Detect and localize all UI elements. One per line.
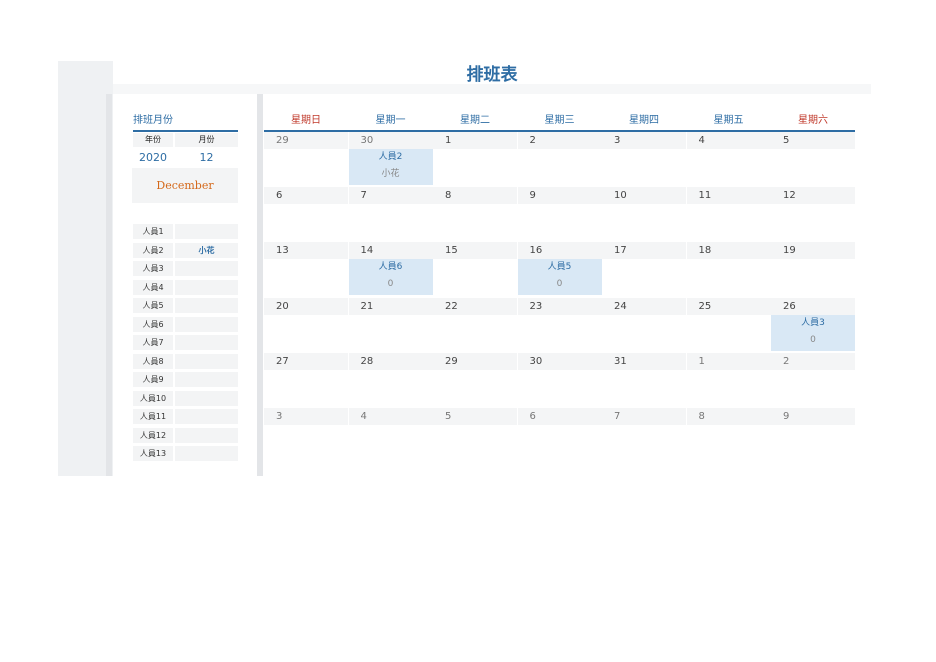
shift-detail: 小花	[381, 169, 400, 179]
staff-assignee-cell[interactable]	[175, 427, 238, 443]
staff-assignee-cell[interactable]	[175, 316, 238, 332]
staff-name: 人員4	[133, 279, 173, 295]
shift-detail: 0	[556, 279, 563, 290]
staff-assignee-cell[interactable]	[175, 390, 238, 406]
staff-assignee-cell[interactable]	[175, 372, 238, 387]
staff-name: 人員12	[133, 427, 173, 443]
staff-name: 人員6	[133, 316, 173, 332]
weekday-label: 星期六	[798, 115, 828, 126]
staff-name: 人員8	[133, 353, 173, 369]
day-cell[interactable]: 2	[771, 352, 855, 370]
weekday-label: 星期四	[629, 115, 659, 126]
staff-name: 人員2	[133, 242, 173, 258]
day-cell[interactable]: 2	[517, 132, 602, 149]
staff-assignee-cell[interactable]	[175, 279, 238, 295]
day-cell[interactable]: 19	[771, 242, 855, 260]
day-cell[interactable]: 7	[348, 187, 433, 205]
day-cell[interactable]: 24	[602, 297, 686, 315]
day-cell[interactable]: 4	[348, 408, 433, 425]
year-label: 年份	[133, 133, 173, 147]
day-cell[interactable]: 25	[686, 297, 771, 315]
staff-assignee-cell[interactable]: 小花	[175, 242, 238, 258]
day-cell[interactable]: 27	[264, 352, 348, 370]
shift-person: 人員6	[378, 262, 403, 273]
day-cell[interactable]: 18	[686, 242, 771, 260]
shift-person: 人員5	[547, 262, 572, 273]
day-cell[interactable]: 10	[602, 187, 686, 205]
title-strip	[113, 84, 871, 94]
staff-assignee-cell[interactable]	[175, 224, 238, 239]
staff-name: 人員10	[133, 390, 173, 406]
staff-name: 人員1	[133, 224, 173, 239]
day-cell[interactable]: 30	[348, 132, 433, 149]
year-value[interactable]: 2020	[133, 150, 173, 166]
staff-name: 人員7	[133, 335, 173, 350]
day-cell[interactable]: 8	[686, 408, 771, 425]
day-cell[interactable]: 12	[771, 187, 855, 205]
weekday-label: 星期三	[544, 115, 575, 126]
day-cell[interactable]: 21	[348, 297, 433, 315]
day-cell[interactable]: 4	[686, 132, 771, 149]
weekday-label: 星期一	[375, 115, 406, 126]
left-separator	[106, 94, 112, 476]
staff-name: 人員9	[133, 372, 173, 387]
day-cell[interactable]: 6	[517, 408, 602, 425]
page-title: 排班表	[466, 65, 518, 85]
day-cell[interactable]: 1	[686, 352, 771, 370]
day-cell[interactable]: 9	[517, 187, 602, 205]
left-gutter	[58, 61, 113, 476]
staff-assignee-cell[interactable]	[175, 353, 238, 369]
day-cell[interactable]: 3	[602, 132, 686, 149]
staff-name: 人員5	[133, 298, 173, 313]
day-cell[interactable]: 14	[348, 242, 433, 260]
day-cell[interactable]: 7	[602, 408, 686, 425]
day-cell[interactable]: 3	[264, 408, 348, 425]
day-cell[interactable]: 29	[433, 352, 517, 370]
day-cell[interactable]: 26	[771, 297, 855, 315]
day-cell[interactable]: 17	[602, 242, 686, 260]
day-cell[interactable]: 30	[517, 352, 602, 370]
shift-event[interactable]: 人員6 0	[348, 259, 433, 296]
weekday-label: 星期五	[713, 115, 744, 126]
calendar-separator	[257, 94, 263, 476]
staff-name: 人員11	[133, 409, 173, 424]
month-label: 月份	[175, 133, 238, 147]
shift-person: 人員3	[801, 317, 825, 328]
weekday-header: 星期日 星期一 星期二 星期三 星期四 星期五 星期六	[264, 113, 855, 132]
day-cell[interactable]: 5	[433, 408, 517, 425]
day-cell[interactable]: 20	[264, 297, 348, 315]
day-cell[interactable]: 15	[433, 242, 517, 260]
shift-event[interactable]: 人員2 小花	[348, 149, 433, 185]
shift-event[interactable]: 人員3 0	[771, 314, 855, 351]
day-cell[interactable]: 22	[433, 297, 517, 315]
day-cell[interactable]: 16	[517, 242, 602, 260]
staff-assignee-cell[interactable]	[175, 335, 238, 350]
day-cell[interactable]: 11	[686, 187, 771, 205]
staff-assignee-cell[interactable]	[175, 446, 238, 461]
day-cell[interactable]: 6	[264, 187, 348, 205]
shift-detail: 0	[387, 279, 394, 290]
month-name: December	[132, 168, 238, 203]
weekday-label: 星期二	[460, 115, 490, 126]
day-cell[interactable]: 23	[517, 297, 602, 315]
shift-person: 人員2	[378, 152, 403, 162]
shift-detail: 0	[810, 334, 816, 345]
staff-assignee-cell[interactable]	[175, 298, 238, 313]
staff-name: 人員13	[133, 446, 173, 461]
staff-assignee-cell[interactable]	[175, 261, 238, 276]
day-cell[interactable]: 13	[264, 242, 348, 260]
day-cell[interactable]: 29	[264, 132, 348, 149]
day-cell[interactable]: 28	[348, 352, 433, 370]
day-cell[interactable]: 5	[771, 132, 855, 149]
day-cell[interactable]: 31	[602, 352, 686, 370]
day-cell[interactable]: 8	[433, 187, 517, 205]
staff-name: 人員3	[133, 261, 173, 276]
day-cell[interactable]: 1	[433, 132, 517, 149]
month-value[interactable]: 12	[175, 150, 238, 166]
staff-assignee-cell[interactable]	[175, 409, 238, 424]
weekday-label: 星期日	[291, 115, 321, 126]
month-panel-header: 排班月份	[133, 113, 238, 132]
day-cell[interactable]: 9	[771, 408, 855, 425]
shift-event[interactable]: 人員5 0	[517, 259, 602, 296]
